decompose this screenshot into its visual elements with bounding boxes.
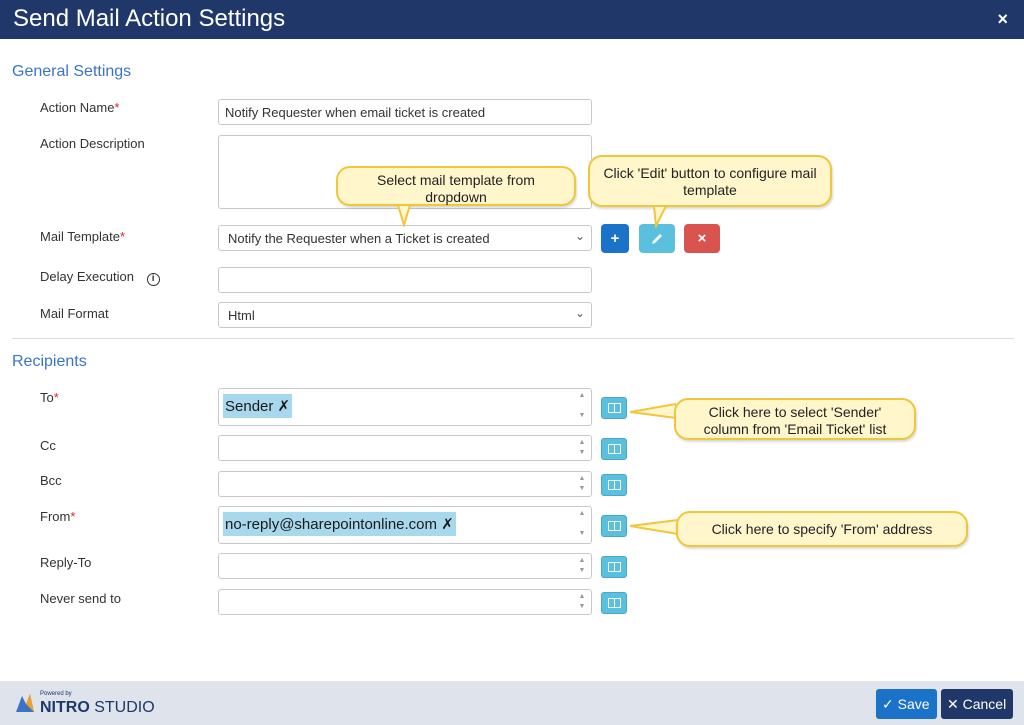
address-book-icon (608, 403, 621, 413)
pencil-icon (652, 234, 662, 244)
action-name-input[interactable]: Notify Requester when email ticket is cr… (218, 99, 592, 125)
title-bar: Send Mail Action Settings × (0, 0, 1024, 39)
save-button[interactable]: ✓ Save (876, 689, 937, 719)
address-book-icon (608, 444, 621, 454)
delete-template-button[interactable]: × (684, 224, 720, 253)
reply-to-field[interactable]: ▲ ▼ (218, 553, 592, 579)
bcc-field[interactable]: ▲ ▼ (218, 471, 592, 497)
cc-address-book-button[interactable] (601, 438, 627, 460)
add-template-button[interactable]: + (601, 224, 629, 253)
callout-pointer (630, 518, 678, 536)
callout-sender: Click here to select 'Sender' column fro… (674, 398, 916, 440)
mail-template-select[interactable]: Notify the Requester when a Ticket is cr… (218, 225, 592, 251)
check-icon: ✓ (882, 696, 894, 712)
mail-format-value: Html (228, 308, 255, 323)
footer: Powered by NITRO STUDIO (0, 681, 1024, 725)
never-send-to-label: Never send to (40, 591, 121, 606)
reply-to-address-book-button[interactable] (601, 556, 627, 578)
info-icon[interactable]: i (146, 273, 160, 286)
cancel-button[interactable]: ✕ Cancel (941, 689, 1013, 719)
spinner-icon[interactable]: ▲ ▼ (577, 438, 587, 458)
from-label: From* (40, 509, 76, 524)
reply-to-label: Reply-To (40, 555, 92, 570)
callout-template: Select mail template from dropdown (336, 166, 576, 206)
mail-template-value: Notify the Requester when a Ticket is cr… (228, 231, 490, 246)
callout-pointer (630, 402, 676, 420)
callout-pointer (652, 206, 668, 228)
general-settings-heading: General Settings (12, 63, 132, 80)
from-address-book-button[interactable] (601, 515, 627, 537)
brand-name: NITRO STUDIO (40, 699, 155, 716)
callout-pointer (396, 205, 412, 227)
mail-format-select[interactable]: Html ⌄ (218, 302, 592, 328)
never-send-to-field[interactable]: ▲ ▼ (218, 589, 592, 615)
recipients-heading: Recipients (12, 353, 87, 370)
address-book-icon (608, 562, 621, 572)
action-description-label: Action Description (40, 136, 145, 151)
spinner-icon[interactable]: ▲ ▼ (577, 556, 587, 576)
spinner-icon[interactable]: ▲ ▼ (577, 391, 587, 421)
plus-icon: + (610, 230, 620, 247)
delay-execution-label: Delay Execution i (40, 269, 160, 286)
cc-label: Cc (40, 438, 56, 453)
bcc-label: Bcc (40, 473, 62, 488)
to-field[interactable]: Sender ✗ ▲ ▼ (218, 388, 592, 426)
dialog-title: Send Mail Action Settings (13, 5, 286, 32)
from-field[interactable]: no-reply@sharepointonline.com ✗ ▲ ▼ (218, 506, 592, 544)
from-token[interactable]: no-reply@sharepointonline.com ✗ (223, 512, 456, 536)
remove-token-icon[interactable]: ✗ (441, 516, 454, 533)
to-label: To* (40, 390, 59, 405)
edit-template-button[interactable] (639, 224, 675, 253)
to-address-book-button[interactable] (601, 397, 627, 419)
remove-token-icon[interactable]: ✗ (278, 398, 291, 415)
cc-field[interactable]: ▲ ▼ (218, 435, 592, 461)
section-divider (12, 338, 1014, 339)
mail-format-label: Mail Format (40, 306, 109, 321)
callout-edit: Click 'Edit' button to configure mail te… (588, 155, 832, 207)
powered-by-text: Powered by (40, 691, 72, 697)
chevron-down-icon: ⌄ (574, 306, 585, 320)
cancel-icon: ✕ (947, 696, 959, 712)
spinner-icon[interactable]: ▲ ▼ (577, 509, 587, 539)
chevron-down-icon: ⌄ (574, 229, 585, 243)
close-icon[interactable]: × (997, 9, 1008, 30)
address-book-icon (608, 480, 621, 490)
delete-icon: × (697, 230, 707, 247)
never-send-to-address-book-button[interactable] (601, 592, 627, 614)
to-token[interactable]: Sender ✗ (223, 394, 293, 418)
bcc-address-book-button[interactable] (601, 474, 627, 496)
spinner-icon[interactable]: ▲ ▼ (577, 592, 587, 612)
delay-execution-input[interactable] (218, 267, 592, 293)
address-book-icon (608, 521, 621, 531)
action-name-label: Action Name* (40, 100, 120, 115)
mail-template-label: Mail Template* (40, 229, 126, 244)
spinner-icon[interactable]: ▲ ▼ (577, 474, 587, 494)
address-book-icon (608, 598, 621, 608)
callout-from: Click here to specify 'From' address (676, 511, 968, 547)
nitro-logo (16, 694, 34, 712)
